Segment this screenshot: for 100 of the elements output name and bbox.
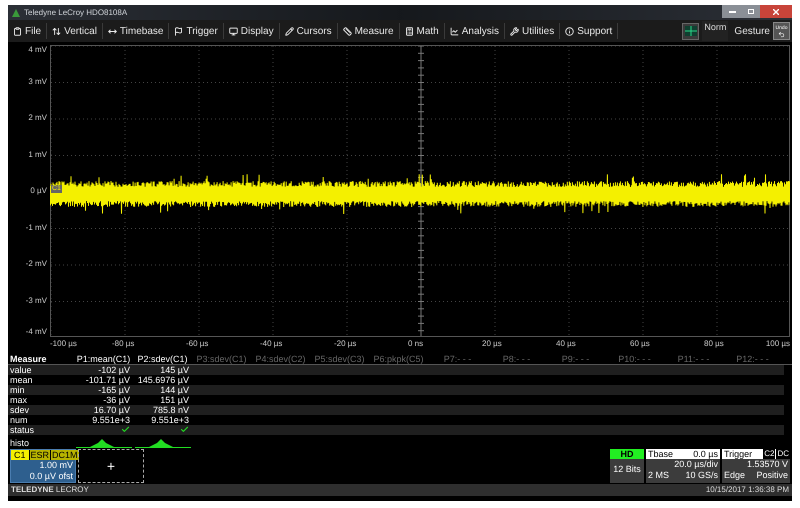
measure-row-label: min [9, 385, 26, 395]
left-right-arrow-icon [108, 26, 117, 36]
timebase-delay: 0.0 µs [693, 449, 718, 459]
gesture-label[interactable]: Gesture [734, 24, 770, 38]
date-time: 10/15/2017 1:36:38 PM [706, 485, 789, 495]
measure-row-label: num [9, 415, 29, 425]
pencil-icon [284, 26, 294, 36]
x-axis-label: -80 µs [112, 339, 134, 349]
trigger-type: Edge [724, 470, 746, 481]
histogram-icon [76, 438, 132, 448]
close-button[interactable] [760, 5, 792, 18]
y-axis-label: 2 mV [28, 113, 47, 123]
measure-column-header[interactable]: P3:sdev(C1) [192, 354, 251, 364]
minimize-icon [728, 10, 736, 12]
measure-column-header[interactable]: P7:- - - [428, 354, 487, 364]
grid-layout-button[interactable] [682, 22, 700, 40]
time-per-division: 20.0 µs/div [674, 459, 719, 470]
y-axis-label: 4 mV [28, 45, 47, 55]
measure-column-header[interactable]: P10:- - - [605, 354, 664, 364]
channel-tag: DC1M [50, 450, 79, 460]
ruler-icon [342, 26, 352, 36]
menu-item[interactable]: Analysis [444, 23, 505, 39]
brand-logo: TELEDYNE LECROY [11, 485, 89, 495]
measure-column-header[interactable]: P4:sdev(C2) [251, 354, 310, 364]
measure-row-label: max [9, 395, 28, 405]
x-axis-label: 40 µs [556, 339, 576, 349]
maximize-button[interactable] [742, 5, 760, 18]
menu-item[interactable]: Cursors [280, 23, 338, 39]
menu-item[interactable]: Measure [338, 23, 400, 39]
x-axis-label: -100 µs [50, 339, 77, 349]
measure-value: 144 µV [159, 385, 190, 395]
y-axis-label: -2 mV [26, 259, 47, 269]
undo-icon [778, 30, 785, 38]
measure-value: 151 µV [159, 395, 190, 405]
measure-column-header[interactable]: P11:- - - [664, 354, 723, 364]
measure-value: -102 µV [97, 365, 131, 375]
measure-value: 9.551e+3 [150, 415, 190, 425]
timebase-tile[interactable]: Tbase 0.0 µs 20.0 µs/div 2 MS 10 GS/s [646, 449, 720, 483]
y-axis-label: 0 µV [30, 186, 47, 196]
maximize-icon [748, 9, 754, 14]
measure-value: -165 µV [97, 385, 131, 395]
trigger-tile[interactable]: Trigger C2 DC 1.53570 V Edge Positive [722, 449, 790, 483]
monitor-icon [228, 26, 238, 36]
window-title: Teledyne LeCroy HDO8108A [24, 6, 128, 18]
timebase-label: Tbase [648, 449, 674, 459]
measure-title: Measure [9, 354, 48, 364]
menu-item[interactable]: File [8, 23, 48, 39]
measure-column-header[interactable]: P12:- - - [723, 354, 782, 364]
measure-row-label: mean [9, 375, 34, 385]
trigger-label: Trigger [724, 449, 754, 459]
hd-tile[interactable]: HD 12 Bits [610, 449, 644, 483]
x-axis-label: -60 µs [186, 339, 208, 349]
sample-count: 2 MS [648, 470, 670, 481]
x-axis-label: 0 ns [408, 339, 424, 349]
menu-item[interactable]: Vertical [47, 23, 103, 39]
channel-offset: 0.0 µV ofst [28, 471, 74, 482]
hd-label: HD [610, 449, 644, 459]
x-axis-label: 20 µs [482, 339, 502, 349]
flag-icon [174, 26, 184, 36]
measure-column-header[interactable]: P9:- - - [546, 354, 605, 364]
measure-value: 145.6976 µV [136, 375, 190, 385]
menu-item[interactable]: Support [560, 23, 618, 39]
measure-row-label: status [9, 425, 36, 435]
measure-row-label: value [9, 365, 33, 375]
x-axis-label: 60 µs [630, 339, 650, 349]
measure-value: -101.71 µV [84, 375, 131, 385]
measure-column-header[interactable]: P6:pkpk(C5) [369, 354, 428, 364]
measure-column-header[interactable]: P8:- - - [487, 354, 546, 364]
y-axis-label: -4 mV [26, 327, 47, 337]
grid-layout-icon [684, 26, 697, 36]
trigger-mode[interactable]: Norm [702, 21, 728, 41]
menu-item[interactable]: Display [224, 23, 280, 39]
measure-column-header[interactable]: P1:mean(C1) [74, 354, 133, 364]
measure-value: 785.8 nV [152, 405, 190, 415]
y-axis-label: -1 mV [26, 222, 47, 232]
menu-item[interactable]: Utilities [504, 23, 560, 39]
histogram-icon [134, 438, 190, 448]
channel-scale: 1.00 mV [38, 460, 74, 471]
add-channel-button[interactable]: + [78, 449, 144, 483]
menu-item[interactable]: Math [400, 23, 445, 39]
y-axis-label: -3 mV [26, 296, 47, 306]
x-axis-label: -20 µs [334, 339, 356, 349]
calculator-icon [404, 26, 414, 36]
measure-value: 145 µV [159, 365, 190, 375]
close-icon [773, 8, 779, 14]
y-axis-label: 1 mV [28, 150, 47, 160]
measure-row-label: histo [9, 438, 30, 448]
x-axis-label: 100 µs [766, 339, 790, 349]
wrench-icon [510, 26, 519, 36]
minimize-button[interactable] [722, 5, 742, 18]
measure-column-header[interactable]: P5:sdev(C3) [310, 354, 369, 364]
channel-tile[interactable]: C1 ESR DC1M 1.00 mV 0.0 µV ofst [10, 449, 76, 483]
menu-item[interactable]: Timebase [102, 23, 170, 39]
menu-item[interactable]: Trigger [169, 23, 224, 39]
clipboard-icon [13, 26, 22, 36]
measure-column-header[interactable]: P2:sdev(C1) [133, 354, 192, 364]
app-logo-icon [12, 8, 20, 16]
channel-name: C1 [13, 450, 27, 460]
measure-value: 16.70 µV [92, 405, 131, 415]
trigger-coupling: DC [776, 449, 790, 459]
